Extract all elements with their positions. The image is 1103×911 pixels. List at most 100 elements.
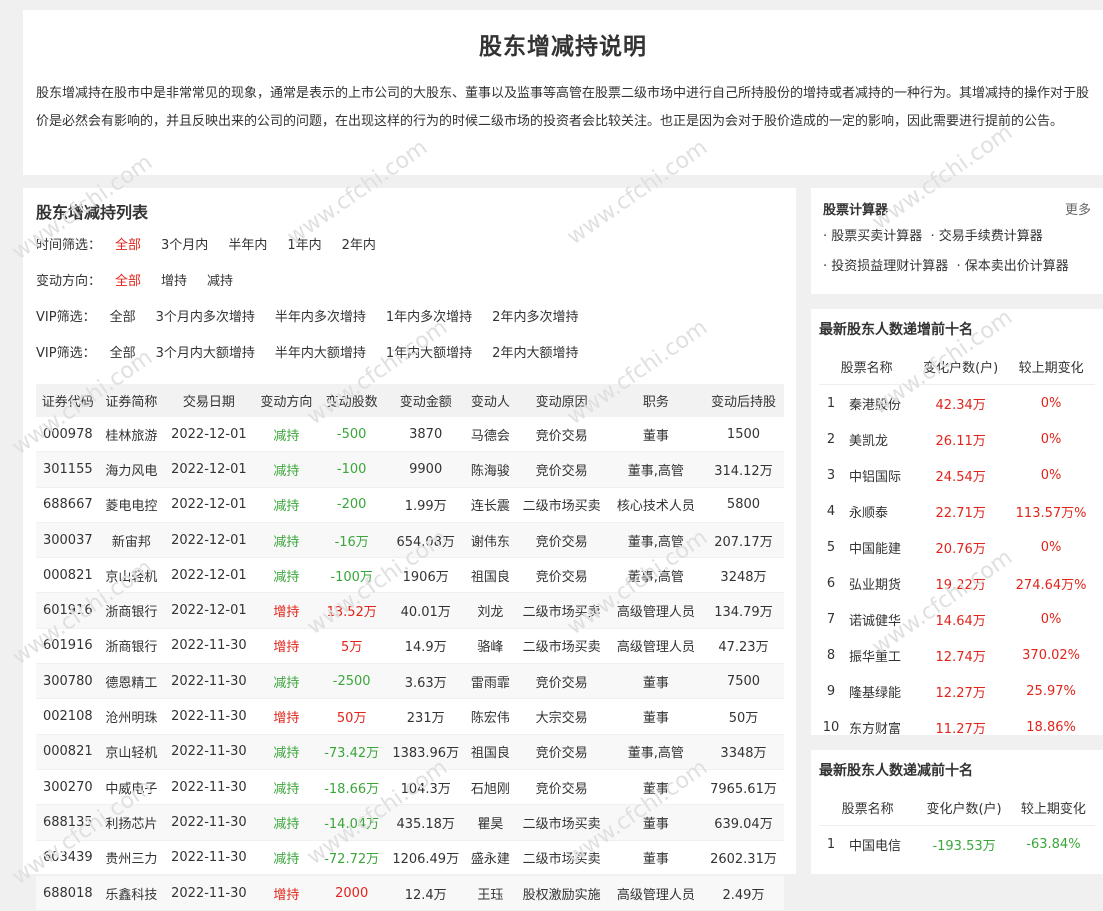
filter-option[interactable]: 1年内 xyxy=(287,236,321,256)
table-cell: 2022-11-30 xyxy=(163,698,255,735)
table-cell[interactable]: 688667 xyxy=(36,487,100,523)
table-cell[interactable]: 贵州三力 xyxy=(99,840,164,876)
rank-row[interactable]: 9 隆基绿能 12.27万 25.97% xyxy=(819,674,1095,710)
stock-name[interactable]: 振华重工 xyxy=(843,638,914,674)
table-cell[interactable]: 300780 xyxy=(36,663,100,700)
table-cell[interactable]: 德恩精工 xyxy=(99,663,164,700)
stock-name[interactable]: 中国电信 xyxy=(843,826,916,863)
filter-option[interactable]: 1年内多次增持 xyxy=(386,308,472,328)
filter-option[interactable]: 增持 xyxy=(161,272,187,292)
rank-row[interactable]: 7 诺诚健华 14.64万 0% xyxy=(819,602,1095,638)
table-row[interactable]: 300037 新宙邦 2022-12-01 减持 -16万 654.08万 谢伟东 竞价交易董… xyxy=(36,522,784,559)
table-row[interactable]: 300270 中威电子 2022-11-30 减持 -18.66万 104.3万 石旭刚 竞价… xyxy=(36,769,784,806)
table-cell[interactable]: 000821 xyxy=(36,734,100,770)
rank-row[interactable]: 10 东方财富 11.27万 18.86% xyxy=(819,710,1095,746)
table-cell[interactable]: 603439 xyxy=(36,840,100,876)
filter-option[interactable]: 3个月内多次增持 xyxy=(156,308,255,328)
stock-name[interactable]: 中国能建 xyxy=(843,529,914,565)
table-row[interactable]: 301155 海力风电 2022-12-01 减持 -100 9900 陈海骏 竞价交易 董事,… xyxy=(36,451,784,488)
filter-option[interactable]: 全部 xyxy=(110,344,136,364)
table-cell[interactable]: 沧州明珠 xyxy=(99,698,164,735)
rank-row[interactable]: 5 中国能建 20.76万 0% xyxy=(819,529,1095,565)
table-cell: 董事,高管 xyxy=(608,451,703,488)
table-row[interactable]: 000978 桂林旅游 2022-12-01 减持 -500 3870 马德会 竞价交易 董事 1… xyxy=(36,417,784,453)
table-cell[interactable]: 中威电子 xyxy=(99,769,164,806)
rank-row[interactable]: 6 弘业期货 19.22万 274.64万% xyxy=(819,565,1095,601)
table-row[interactable]: 603439 贵州三力 2022-11-30 减持 -72.72万 1206.49万 盛永建… xyxy=(36,840,784,876)
investment-pnl-calculator-link[interactable]: · 投资损益理财计算器 xyxy=(823,259,948,274)
filter-option[interactable]: 1年内大额增持 xyxy=(386,344,472,364)
table-cell[interactable]: 300037 xyxy=(36,522,100,559)
table-row[interactable]: 002108 沧州明珠 2022-11-30 增持 50万 231万 陈宏伟 大宗交易 董事 50… xyxy=(36,698,784,735)
table-cell[interactable]: 利扬芯片 xyxy=(99,804,164,841)
increase-rank-table: 股票名称 变化户数(户) 较上期变化 1 秦港股份 42.34万 0% 2 美凯龙 26.1… xyxy=(819,348,1095,746)
filter-option[interactable]: 全部 xyxy=(115,272,141,292)
table-cell[interactable]: 菱电电控 xyxy=(99,487,164,523)
table-row[interactable]: 000821 京山轻机 2022-12-01 减持 -100万 1906万 祖国良 竞价交易董… xyxy=(36,557,784,594)
stock-name[interactable]: 弘业期货 xyxy=(843,565,914,601)
table-cell: 13.52万 xyxy=(318,592,386,629)
table-row[interactable]: 601916 浙商银行 2022-11-30 增持 5万 14.9万 骆峰 二级市场买卖 高级管… xyxy=(36,628,784,665)
stock-name[interactable]: 美凯龙 xyxy=(843,421,914,457)
rank-row[interactable]: 1 秦港股份 42.34万 0% xyxy=(819,385,1095,422)
filter-option[interactable]: 半年内大额增持 xyxy=(275,344,366,364)
stock-name[interactable]: 永顺泰 xyxy=(843,493,914,529)
filter-option[interactable]: 2年内 xyxy=(342,236,376,256)
filter-option[interactable]: 2年内大额增持 xyxy=(492,344,578,364)
table-cell[interactable]: 浙商银行 xyxy=(99,628,164,665)
table-cell[interactable]: 300270 xyxy=(36,769,100,806)
table-cell[interactable]: 301155 xyxy=(36,451,100,488)
table-cell: 3.63万 xyxy=(385,663,467,700)
rank-row[interactable]: 2 美凯龙 26.11万 0% xyxy=(819,421,1095,457)
rank-row[interactable]: 4 永顺泰 22.71万 113.57万% xyxy=(819,493,1095,529)
filter-option[interactable]: 全部 xyxy=(115,236,141,256)
table-cell[interactable]: 京山轻机 xyxy=(99,557,164,594)
breakeven-price-calculator-link[interactable]: · 保本卖出价计算器 xyxy=(957,259,1069,274)
table-cell[interactable]: 新宙邦 xyxy=(99,522,164,559)
fee-calculator-link[interactable]: · 交易手续费计算器 xyxy=(931,229,1043,244)
stock-name[interactable]: 诺诚健华 xyxy=(843,602,914,638)
table-cell[interactable]: 桂林旅游 xyxy=(99,417,164,453)
stock-name[interactable]: 隆基绿能 xyxy=(843,674,914,710)
filter-option[interactable]: 半年内 xyxy=(228,236,267,256)
table-row[interactable]: 000821 京山轻机 2022-11-30 减持 -73.42万 1383.96万 祖国良… xyxy=(36,734,784,770)
table-cell: 2000 xyxy=(318,875,386,911)
table-row[interactable]: 688018 乐鑫科技 2022-11-30 增持 2000 12.4万 王珏 股权激励实施高… xyxy=(36,875,784,911)
table-cell: 654.08万 xyxy=(385,522,467,559)
filter-option[interactable]: 半年内多次增持 xyxy=(275,308,366,328)
table-row[interactable]: 688135 利扬芯片 2022-11-30 减持 -14.04万 435.18万 瞿昊 二级… xyxy=(36,804,784,841)
stock-name[interactable]: 中铝国际 xyxy=(843,457,914,493)
table-cell: 董事,高管 xyxy=(608,522,703,559)
table-cell[interactable]: 601916 xyxy=(36,628,100,665)
stock-name[interactable]: 秦港股份 xyxy=(843,385,914,422)
table-cell[interactable]: 002108 xyxy=(36,698,100,735)
table-row[interactable]: 688667 菱电电控 2022-12-01 减持 -200 1.99万 连长震 二级市场买卖… xyxy=(36,487,784,523)
table-cell[interactable]: 海力风电 xyxy=(99,451,164,488)
table-cell[interactable]: 601916 xyxy=(36,592,100,629)
change-count: 11.27万 xyxy=(935,722,986,738)
table-cell[interactable]: 688135 xyxy=(36,804,100,841)
table-cell[interactable]: 乐鑫科技 xyxy=(99,875,164,911)
table-cell[interactable]: 京山轻机 xyxy=(99,734,164,770)
filter-option[interactable]: 3个月内大额增持 xyxy=(156,344,255,364)
table-row[interactable]: 601916 浙商银行 2022-12-01 增持 13.52万 40.01万 刘龙 二级市场… xyxy=(36,592,784,629)
stock-name[interactable]: 东方财富 xyxy=(843,710,914,746)
table-cell: -100万 xyxy=(318,557,386,594)
table-cell[interactable]: 688018 xyxy=(36,875,100,911)
list-title: 股东增减持列表 xyxy=(36,203,149,222)
table-cell[interactable]: 000821 xyxy=(36,557,100,594)
decrease-rank-title: 最新股东人数递减前十名 xyxy=(819,763,973,779)
filter-option[interactable]: 3个月内 xyxy=(161,236,208,256)
table-cell[interactable]: 000978 xyxy=(36,417,100,453)
rank-row[interactable]: 3 中铝国际 24.54万 0% xyxy=(819,457,1095,493)
more-link[interactable]: 更多 xyxy=(1065,202,1091,220)
stock-trade-calculator-link[interactable]: · 股票买卖计算器 xyxy=(823,229,922,244)
rank-row[interactable]: 8 振华重工 12.74万 370.02% xyxy=(819,638,1095,674)
table-row[interactable]: 300780 德恩精工 2022-11-30 减持 -2500 3.63万 雷雨霏 竞价交易董… xyxy=(36,663,784,700)
table-cell[interactable]: 浙商银行 xyxy=(99,592,164,629)
filter-option[interactable]: 2年内多次增持 xyxy=(492,308,578,328)
filter-option[interactable]: 减持 xyxy=(207,272,233,292)
rank-row[interactable]: 1 中国电信 -193.53万 -63.84% xyxy=(819,826,1095,863)
table-cell: 减持 xyxy=(254,769,319,806)
filter-option[interactable]: 全部 xyxy=(110,308,136,328)
